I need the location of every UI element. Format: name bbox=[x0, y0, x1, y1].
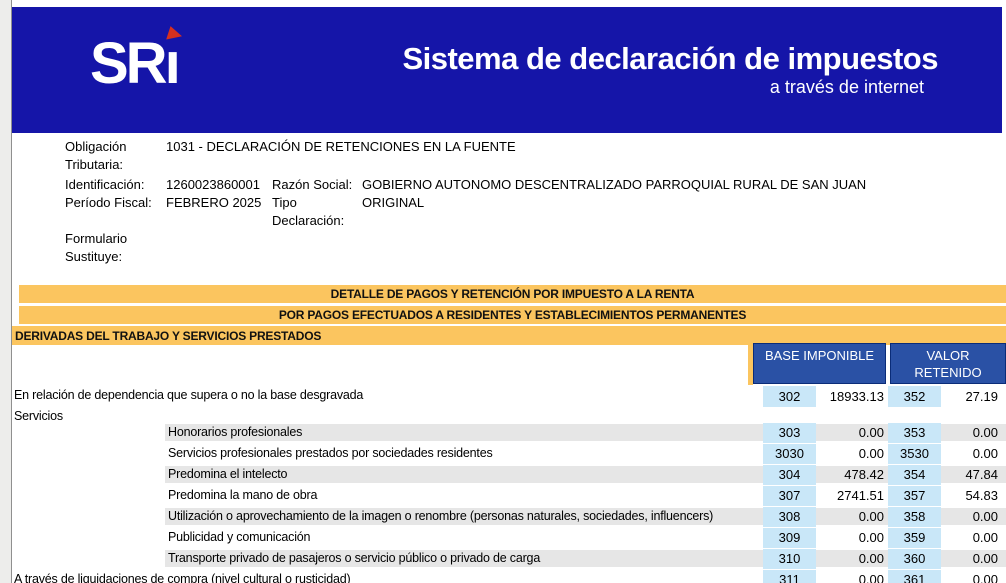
app-title: Sistema de declaración de impuestos bbox=[402, 43, 938, 74]
razon-social-label: Razón Social: bbox=[272, 177, 352, 192]
value-cell-retenido: 27.19 bbox=[941, 386, 998, 407]
column-header-base-imponible: BASE IMPONIBLE bbox=[753, 343, 886, 384]
value-cell-retenido: 0.00 bbox=[941, 570, 998, 583]
value-cell-base: 0.00 bbox=[818, 444, 884, 464]
value-cell-retenido: 0.00 bbox=[941, 549, 998, 569]
razon-social-value: GOBIERNO AUTONOMO DESCENTRALIZADO PARROQ… bbox=[362, 177, 866, 192]
table-row: Honorarios profesionales3030.003530.00 bbox=[0, 422, 1006, 443]
value-cell-base: 0.00 bbox=[818, 423, 884, 443]
row-label: Honorarios profesionales bbox=[168, 424, 302, 441]
code-cell-base: 302 bbox=[763, 386, 816, 407]
code-cell-base: 311 bbox=[763, 570, 816, 583]
row-label: Predomina la mano de obra bbox=[168, 487, 317, 504]
table-row: Predomina la mano de obra 3072741.5135754… bbox=[0, 485, 1006, 506]
identificacion-value: 1260023860001 bbox=[166, 177, 260, 192]
code-cell-retenido: 357 bbox=[888, 486, 941, 506]
app-subtitle: a través de internet bbox=[770, 78, 924, 96]
table-row: Utilización o aprovechamiento de la imag… bbox=[0, 506, 1006, 527]
section-bar-detalle: DETALLE DE PAGOS Y RETENCIÓN POR IMPUEST… bbox=[19, 285, 1006, 303]
value-cell-base: 2741.51 bbox=[818, 486, 884, 506]
table-row: En relación de dependencia que supera o … bbox=[0, 385, 1006, 407]
value-cell-retenido: 0.00 bbox=[941, 528, 998, 548]
tipo-declaracion-label-line1: Tipo bbox=[272, 195, 297, 210]
periodo-fiscal-label: Período Fiscal: bbox=[65, 195, 152, 210]
row-label: En relación de dependencia que supera o … bbox=[14, 387, 363, 404]
formulario-sustituye-label-line1: Formulario bbox=[65, 231, 127, 246]
declaration-page: SRı Sistema de declaración de impuestos … bbox=[0, 0, 1006, 583]
obligacion-label-line2: Tributaria: bbox=[65, 157, 123, 172]
value-cell-retenido: 0.00 bbox=[941, 507, 998, 527]
periodo-fiscal-value: FEBRERO 2025 bbox=[166, 195, 261, 210]
code-cell-retenido: 358 bbox=[888, 507, 941, 527]
code-cell-base: 307 bbox=[763, 486, 816, 506]
code-cell-base: 308 bbox=[763, 507, 816, 527]
table-row: Servicios profesionales prestados por so… bbox=[0, 443, 1006, 464]
row-label: A través de liquidaciones de compra (niv… bbox=[14, 571, 350, 583]
table-row: Transporte privado de pasajeros o servic… bbox=[0, 548, 1006, 569]
table-row: Publicidad y comunicación3090.003590.00 bbox=[0, 527, 1006, 548]
tipo-declaracion-value: ORIGINAL bbox=[362, 195, 424, 210]
value-cell-base: 0.00 bbox=[818, 507, 884, 527]
tipo-declaracion-label-line2: Declaración: bbox=[272, 213, 344, 228]
code-cell-base: 304 bbox=[763, 465, 816, 485]
value-cell-base: 0.00 bbox=[818, 528, 884, 548]
code-cell-retenido: 360 bbox=[888, 549, 941, 569]
code-cell-base: 3030 bbox=[763, 444, 816, 464]
code-cell-retenido: 3530 bbox=[888, 444, 941, 464]
value-cell-retenido: 54.83 bbox=[941, 486, 998, 506]
row-label: Transporte privado de pasajeros o servic… bbox=[168, 550, 540, 567]
code-cell-base: 309 bbox=[763, 528, 816, 548]
code-cell-retenido: 353 bbox=[888, 423, 941, 443]
sri-logo: SRı bbox=[90, 35, 178, 93]
table-row: Predomina el intelecto 304478.4235447.84 bbox=[0, 464, 1006, 485]
code-cell-retenido: 361 bbox=[888, 570, 941, 583]
sri-logo-i: ı bbox=[165, 35, 178, 93]
code-cell-retenido: 354 bbox=[888, 465, 941, 485]
sri-logo-text: SR bbox=[90, 31, 165, 96]
code-cell-retenido: 352 bbox=[888, 386, 941, 407]
column-header-valor-retenido: VALOR RETENIDO bbox=[890, 343, 1006, 384]
code-cell-base: 303 bbox=[763, 423, 816, 443]
value-cell-retenido: 0.00 bbox=[941, 444, 998, 464]
row-label: Publicidad y comunicación bbox=[168, 529, 310, 546]
row-label: Utilización o aprovechamiento de la imag… bbox=[168, 508, 713, 525]
formulario-sustituye-label-line2: Sustituye: bbox=[65, 249, 122, 264]
value-cell-base: 478.42 bbox=[818, 465, 884, 485]
section-bar-residentes: POR PAGOS EFECTUADOS A RESIDENTES Y ESTA… bbox=[19, 306, 1006, 324]
value-cell-retenido: 47.84 bbox=[941, 465, 998, 485]
obligacion-value: 1031 - DECLARACIÓN DE RETENCIONES EN LA … bbox=[166, 139, 516, 154]
header-banner: SRı Sistema de declaración de impuestos … bbox=[12, 7, 1002, 133]
table-row: A través de liquidaciones de compra (niv… bbox=[0, 569, 1006, 583]
code-cell-retenido: 359 bbox=[888, 528, 941, 548]
value-cell-base: 0.00 bbox=[818, 549, 884, 569]
value-cell-retenido: 0.00 bbox=[941, 423, 998, 443]
code-cell-base: 310 bbox=[763, 549, 816, 569]
value-cell-base: 18933.13 bbox=[818, 386, 884, 407]
identificacion-label: Identificación: bbox=[65, 177, 145, 192]
row-label: Servicios profesionales prestados por so… bbox=[168, 445, 493, 462]
obligacion-label-line1: Obligación bbox=[65, 139, 126, 154]
value-cell-base: 0.00 bbox=[818, 570, 884, 583]
row-label: Predomina el intelecto bbox=[168, 466, 287, 483]
